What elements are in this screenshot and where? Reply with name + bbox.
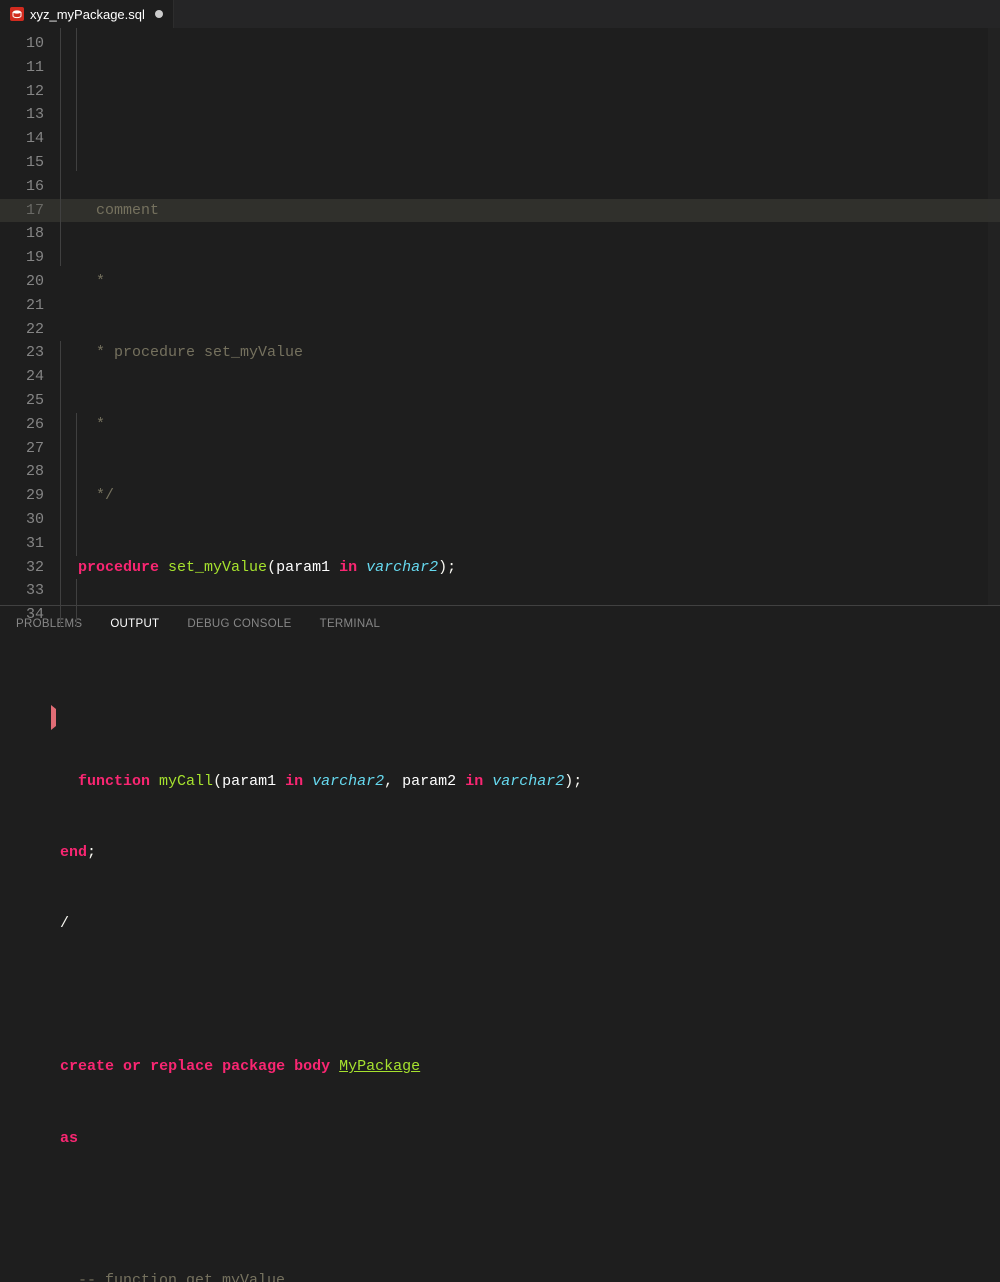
line-number: 12	[0, 80, 44, 104]
line-number: 18	[0, 222, 44, 246]
code-line: procedure set_myValue(param1 in varchar2…	[58, 556, 1000, 580]
indent-guide	[60, 28, 61, 266]
line-number: 31	[0, 532, 44, 556]
line-number: 23	[0, 341, 44, 365]
line-number: 27	[0, 437, 44, 461]
line-number: 21	[0, 294, 44, 318]
line-number: 32	[0, 556, 44, 580]
code-line	[58, 698, 1000, 722]
line-number: 22	[0, 318, 44, 342]
line-number: 28	[0, 460, 44, 484]
code-line: */	[58, 484, 1000, 508]
line-number: 24	[0, 365, 44, 389]
indent-guide	[76, 28, 77, 171]
editor[interactable]: 10 11 12 13 14 15 16 17 18 19 20 21 22 2…	[0, 28, 1000, 605]
line-number: 14	[0, 127, 44, 151]
line-number: 33	[0, 579, 44, 603]
line-number: 13	[0, 103, 44, 127]
line-number: 11	[0, 56, 44, 80]
vertical-scrollbar[interactable]	[988, 28, 1000, 605]
code-line: /	[58, 912, 1000, 936]
modified-indicator-icon	[155, 10, 163, 18]
code-line	[58, 627, 1000, 651]
code-line: end;	[58, 841, 1000, 865]
database-icon	[10, 7, 24, 21]
code-line: comment	[58, 199, 1000, 223]
code-line: *	[58, 413, 1000, 437]
code-line	[58, 984, 1000, 1008]
line-number: 15	[0, 151, 44, 175]
line-number: 26	[0, 413, 44, 437]
code-line: * procedure set_myValue	[58, 341, 1000, 365]
code-line: as	[58, 1127, 1000, 1151]
line-number: 30	[0, 508, 44, 532]
code-content[interactable]: comment * * procedure set_myValue * */ p…	[58, 28, 1000, 605]
line-number: 19	[0, 246, 44, 270]
line-number: 16	[0, 175, 44, 199]
breakpoint-arrow-icon[interactable]	[51, 705, 56, 730]
line-number: 25	[0, 389, 44, 413]
line-number: 29	[0, 484, 44, 508]
indent-guide	[76, 579, 77, 627]
line-number-gutter: 10 11 12 13 14 15 16 17 18 19 20 21 22 2…	[0, 28, 58, 605]
code-line: create or replace package body MyPackage	[58, 1055, 1000, 1079]
tab-file[interactable]: xyz_myPackage.sql	[0, 0, 174, 28]
line-number: 10	[0, 32, 44, 56]
line-number: 34	[0, 603, 44, 627]
code-line: function myCall(param1 in varchar2, para…	[58, 770, 1000, 794]
line-number: 20	[0, 270, 44, 294]
code-line: *	[58, 270, 1000, 294]
tab-filename: xyz_myPackage.sql	[30, 7, 145, 22]
code-line: -- function get_myValue	[58, 1269, 1000, 1282]
tab-bar: xyz_myPackage.sql	[0, 0, 1000, 28]
code-line	[58, 1198, 1000, 1222]
